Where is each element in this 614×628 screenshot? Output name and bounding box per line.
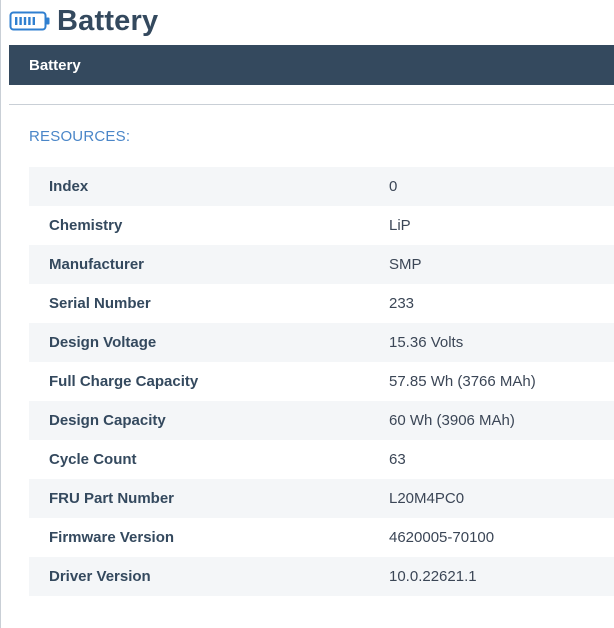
row-key: Design Voltage: [49, 334, 157, 351]
table-row: Index 0: [29, 167, 614, 206]
row-value: 15.36 Volts: [389, 334, 464, 351]
row-key: Manufacturer: [49, 256, 145, 273]
resources-label: RESOURCES:: [29, 128, 131, 145]
row-key: Driver Version: [49, 568, 151, 585]
resources-table: Index 0 Chemistry LiP Manufacturer SMP S…: [29, 167, 614, 596]
row-value: 10.0.22621.1: [389, 568, 477, 585]
row-key: Firmware Version: [49, 529, 175, 546]
page-title: Battery: [57, 4, 159, 37]
row-value: 0: [389, 178, 398, 195]
row-value: L20M4PC0: [389, 490, 465, 507]
row-key: Design Capacity: [49, 412, 166, 429]
table-row: Serial Number 233: [29, 284, 614, 323]
row-key: Index: [49, 178, 89, 195]
left-border: [0, 0, 1, 628]
row-value: 233: [389, 295, 415, 312]
row-key: Cycle Count: [49, 451, 137, 468]
row-value: 63: [389, 451, 406, 468]
table-row: Manufacturer SMP: [29, 245, 614, 284]
table-row: Chemistry LiP: [29, 206, 614, 245]
page-title-row: Battery: [9, 0, 158, 42]
table-row: Driver Version 10.0.22621.1: [29, 557, 614, 596]
row-key: Chemistry: [49, 217, 123, 234]
table-row: Cycle Count 63: [29, 440, 614, 479]
battery-icon: [9, 10, 51, 32]
table-row: Design Capacity 60 Wh (3906 MAh): [29, 401, 614, 440]
row-value: 60 Wh (3906 MAh): [389, 412, 515, 429]
row-key: FRU Part Number: [49, 490, 175, 507]
row-value: LiP: [389, 217, 411, 234]
table-row: FRU Part Number L20M4PC0: [29, 479, 614, 518]
table-row: Firmware Version 4620005-70100: [29, 518, 614, 557]
row-key: Full Charge Capacity: [49, 373, 199, 390]
table-row: Full Charge Capacity 57.85 Wh (3766 MAh): [29, 362, 614, 401]
section-header-label: Battery: [29, 56, 81, 74]
section-header: Battery: [9, 45, 614, 85]
row-key: Serial Number: [49, 295, 151, 312]
row-value: SMP: [389, 256, 422, 273]
row-value: 4620005-70100: [389, 529, 495, 546]
table-row: Design Voltage 15.36 Volts: [29, 323, 614, 362]
row-value: 57.85 Wh (3766 MAh): [389, 373, 536, 390]
divider: [9, 104, 614, 105]
